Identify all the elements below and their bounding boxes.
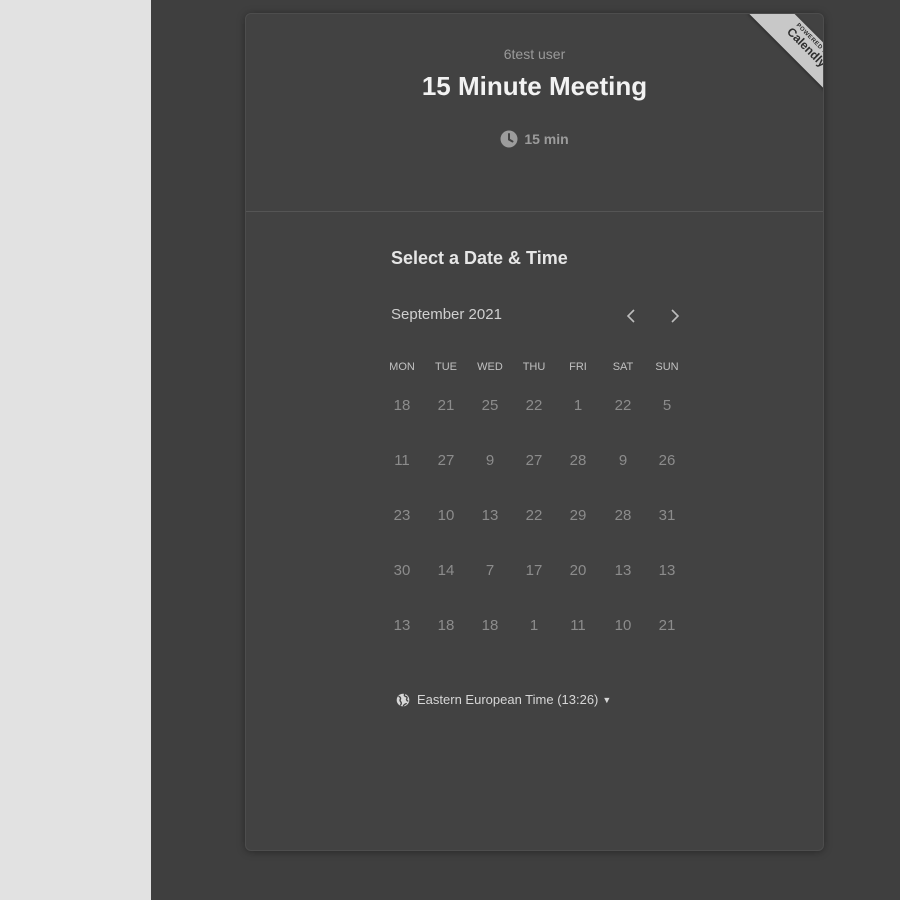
weekday-sun: SUN <box>655 361 679 373</box>
calendar-day: 18 <box>437 617 455 634</box>
calendar-day: 30 <box>393 562 411 579</box>
event-duration: 15 min <box>246 130 823 151</box>
weekday-tue: TUE <box>435 361 457 373</box>
badge-ribbon: POWERED BY Calendly <box>748 14 823 106</box>
calendar-day: 11 <box>570 617 586 634</box>
calendar-day: 9 <box>618 452 628 469</box>
calendar-day: 21 <box>658 617 676 634</box>
weekday-sat: SAT <box>612 361 634 373</box>
calendar-day: 18 <box>481 617 499 634</box>
calendar-day: 29 <box>569 507 587 524</box>
left-panel <box>0 0 151 900</box>
caret-down-icon: ▼ <box>602 695 612 705</box>
calendar-day: 10 <box>437 507 455 524</box>
calendar-day: 10 <box>614 617 632 634</box>
calendar-day: 31 <box>658 507 676 524</box>
calendar-day: 7 <box>485 562 495 579</box>
weekday-header-row: MON TUE WED THU FRI SAT SUN <box>380 361 690 375</box>
calendar-day: 28 <box>614 507 632 524</box>
calendar-day: 5 <box>662 397 672 414</box>
globe-icon <box>396 693 410 710</box>
calendar-day: 13 <box>393 617 411 634</box>
calendar-day: 13 <box>481 507 499 524</box>
calendar-day: 27 <box>437 452 455 469</box>
calendar-day: 1 <box>529 617 539 634</box>
calendar-day: 9 <box>485 452 495 469</box>
timezone-label: Eastern European Time (13:26) <box>417 692 599 707</box>
section-title: Select a Date & Time <box>391 248 568 268</box>
weekday-fri: FRI <box>569 361 587 373</box>
calendar-grid: 18 21 25 22 1 22 5 11 27 9 27 28 9 26 23… <box>380 392 690 672</box>
calendar-day: 27 <box>525 452 543 469</box>
previous-month-button[interactable] <box>620 304 644 328</box>
calendar-day: 17 <box>525 562 543 579</box>
chevron-left-icon <box>626 309 635 323</box>
booking-card: 6test user 15 Minute Meeting 15 min POWE… <box>245 13 824 851</box>
duration-label: 15 min <box>524 131 569 147</box>
month-label: September 2021 <box>391 306 502 323</box>
calendar-day: 21 <box>437 397 455 414</box>
calendar-day: 22 <box>614 397 632 414</box>
clock-icon <box>500 130 518 151</box>
calendar-day: 22 <box>525 397 543 414</box>
calendar-day: 20 <box>569 562 587 579</box>
calendar-day: 22 <box>525 507 543 524</box>
calendar-day: 11 <box>394 452 410 469</box>
chevron-right-icon <box>671 309 680 323</box>
calendar-day: 14 <box>437 562 455 579</box>
calendar-day: 25 <box>481 397 499 414</box>
timezone-selector[interactable]: Eastern European Time (13:26) ▼ <box>396 692 611 710</box>
weekday-mon: MON <box>389 361 415 373</box>
weekday-wed: WED <box>477 361 503 373</box>
calendar-day: 13 <box>658 562 676 579</box>
powered-by-badge[interactable]: POWERED BY Calendly <box>733 14 823 124</box>
next-month-button[interactable] <box>662 304 686 328</box>
calendar-day: 18 <box>393 397 411 414</box>
calendar-day: 1 <box>573 397 583 414</box>
calendar-day: 13 <box>614 562 632 579</box>
weekday-thu: THU <box>522 361 546 373</box>
calendar-day: 23 <box>393 507 411 524</box>
calendar-day: 26 <box>658 452 676 469</box>
calendar-day: 28 <box>569 452 587 469</box>
brand-label: Calendly <box>784 24 823 70</box>
